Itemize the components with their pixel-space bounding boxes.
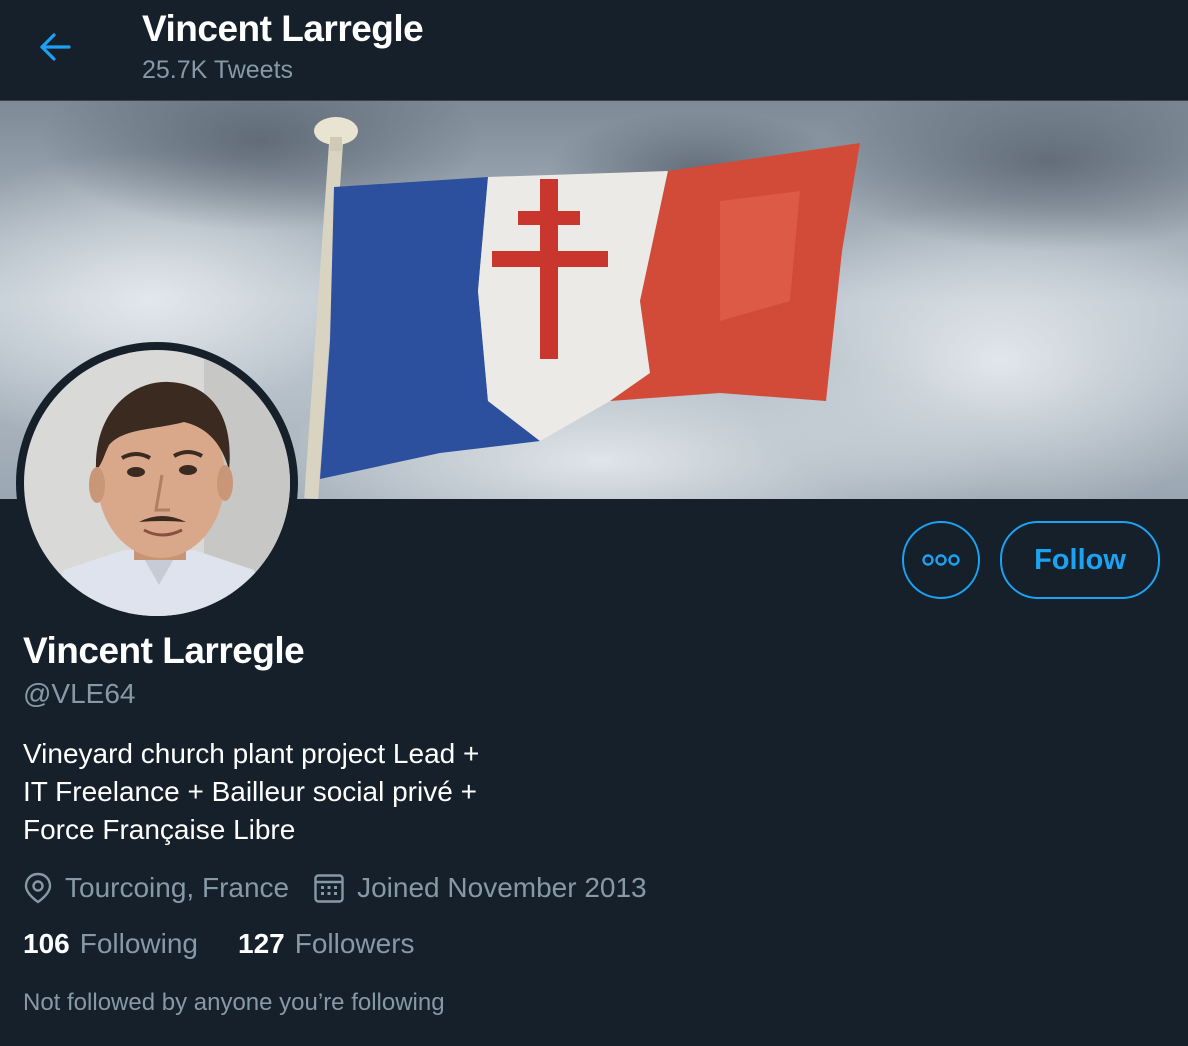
follow-stats: 106 Following 127 Followers (23, 928, 455, 960)
profile-bio: Vineyard church plant project Lead + IT … (23, 735, 479, 849)
user-handle: @VLE64 (23, 678, 136, 709)
location-text: Tourcoing, France (65, 872, 290, 903)
arrow-left-icon (40, 33, 71, 61)
bio-line: Force Française Libre (23, 814, 296, 845)
avatar-photo (24, 350, 290, 616)
followers-label: Followers (294, 928, 415, 959)
more-options-icon (922, 554, 960, 566)
bio-line: Vineyard church plant project Lead + (23, 738, 480, 769)
profile-meta: Tourcoing, France Joined November 2013 (23, 868, 647, 908)
tweet-count: 25.7K Tweets (142, 56, 294, 84)
following-link[interactable]: 106 Following (23, 928, 198, 960)
following-label: Following (79, 928, 198, 959)
header-title: Vincent Larregle (142, 8, 424, 49)
more-options-button[interactable] (902, 521, 980, 599)
profile-avatar[interactable] (16, 342, 298, 624)
joined-text: Joined November 2013 (357, 872, 647, 903)
display-name: Vincent Larregle (23, 630, 305, 671)
calendar-icon (313, 872, 345, 904)
location-pin-icon (23, 872, 53, 904)
back-button[interactable] (34, 26, 76, 68)
followers-link[interactable]: 127 Followers (238, 928, 415, 960)
following-count: 106 (23, 928, 70, 959)
follow-button[interactable]: Follow (1000, 521, 1160, 599)
followed-by-note: Not followed by anyone you’re following (23, 989, 445, 1016)
followers-count: 127 (238, 928, 285, 959)
top-bar: Vincent Larregle 25.7K Tweets (0, 0, 1188, 101)
bio-line: IT Freelance + Bailleur social privé + (23, 776, 477, 807)
